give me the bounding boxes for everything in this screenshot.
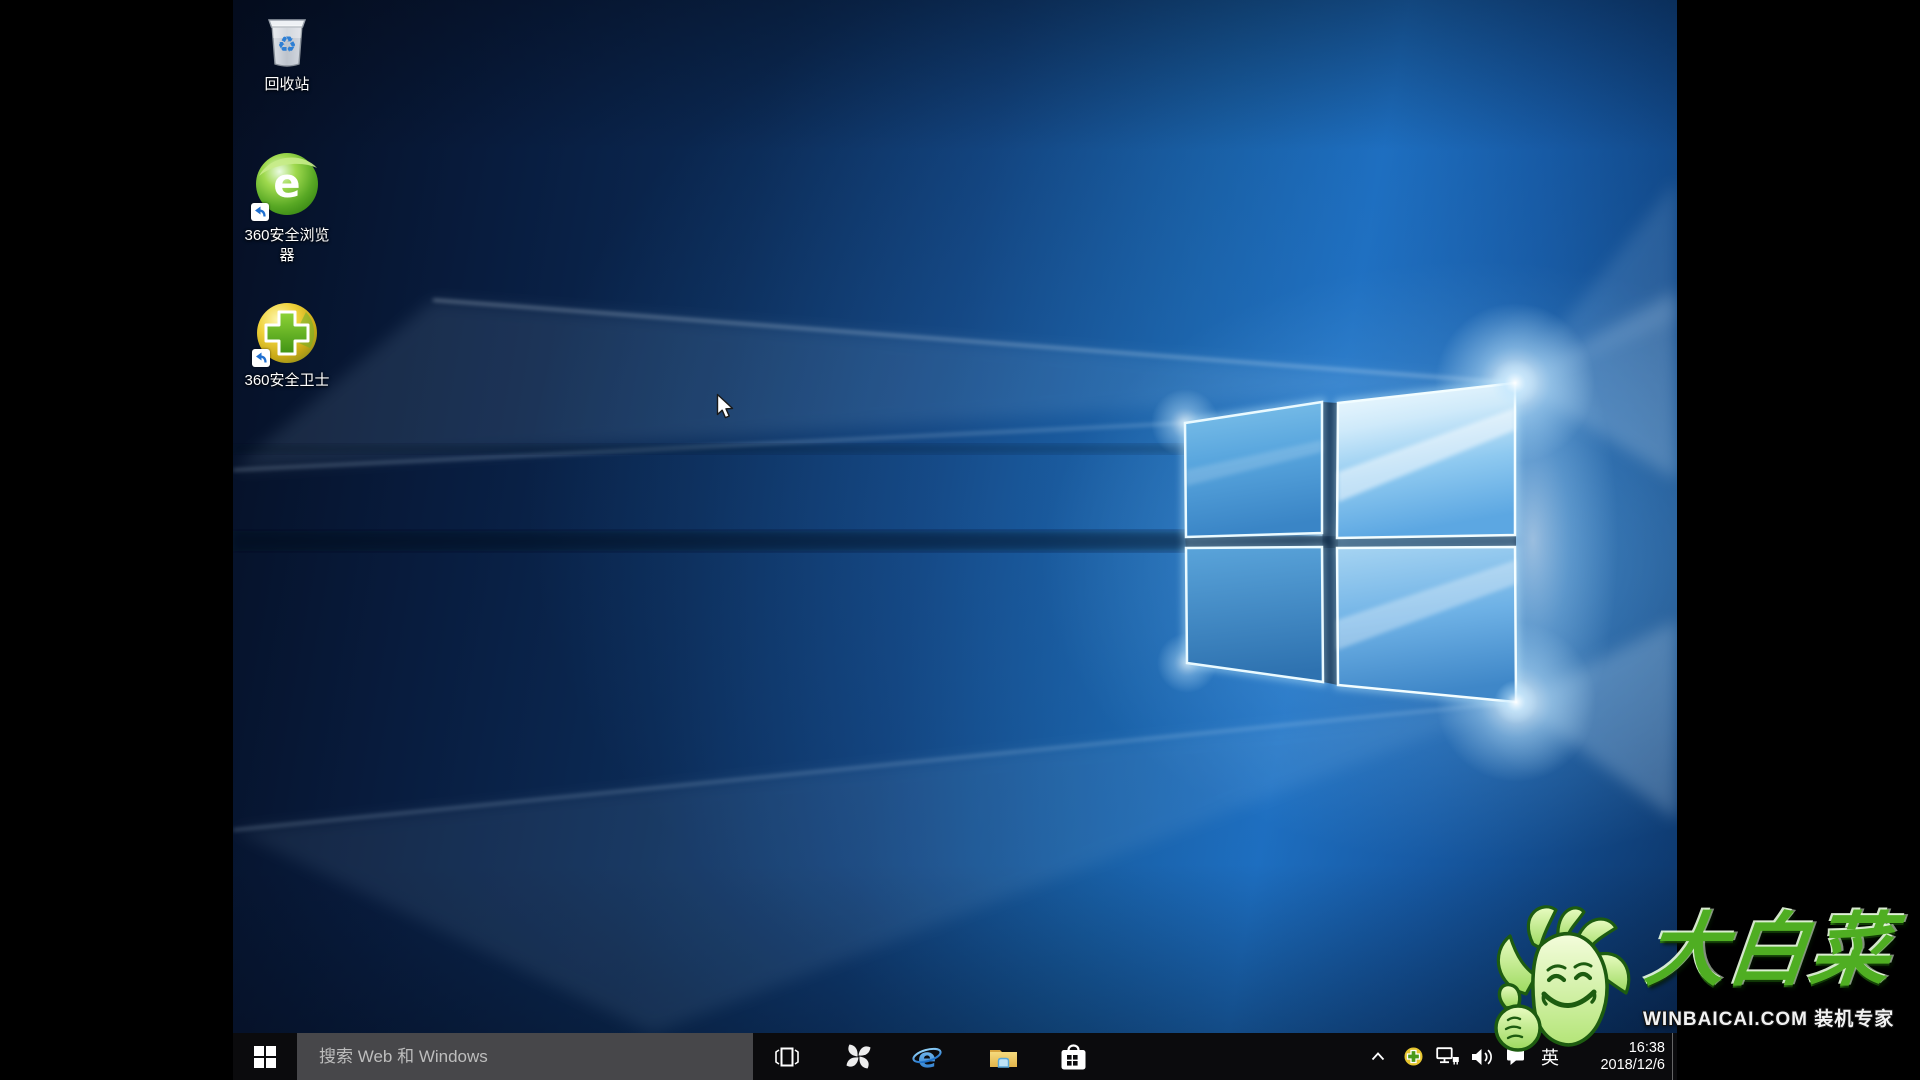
clock-time: 16:38	[1573, 1040, 1665, 1057]
windows-hero-wallpaper	[233, 0, 1677, 1033]
folder-icon	[989, 1045, 1018, 1069]
desktop-icon-360-guard[interactable]: 360安全卫士	[237, 300, 337, 391]
mouse-cursor	[716, 393, 735, 420]
tray-notification[interactable]	[1498, 1033, 1532, 1080]
desktop-icon-label: 360安全卫士	[237, 371, 337, 391]
recycle-bin-icon: ♻	[259, 12, 315, 72]
ie-e-icon: e	[912, 1042, 942, 1072]
ethernet-network-icon	[1436, 1047, 1460, 1066]
tray-network[interactable]	[1431, 1033, 1465, 1080]
svg-text:e: e	[273, 161, 300, 207]
desktop-icon-label: 360安全浏览	[237, 226, 337, 246]
file-explorer-button[interactable]	[973, 1033, 1033, 1080]
search-input[interactable]	[297, 1033, 753, 1080]
desktop-icon-recycle-bin[interactable]: ♻ 回收站	[237, 12, 337, 95]
tray-clock[interactable]: 16:38 2018/12/6	[1573, 1033, 1669, 1080]
show-desktop-divider[interactable]	[1672, 1033, 1673, 1080]
desktop-icon-label: 回收站	[237, 75, 337, 95]
taskbar: e	[233, 1033, 1677, 1080]
shortcut-arrow-badge	[251, 203, 269, 221]
shortcut-arrow-icon	[254, 351, 268, 365]
store-bag-icon	[1060, 1042, 1087, 1071]
tray-volume[interactable]	[1466, 1033, 1500, 1080]
task-view-button[interactable]	[757, 1033, 817, 1080]
start-button[interactable]	[233, 1033, 297, 1080]
screen: ♻ 回收站 e	[0, 0, 1920, 1080]
pinwheel-app-button[interactable]	[828, 1033, 888, 1080]
windows-store-button[interactable]	[1043, 1033, 1103, 1080]
brand-site-text: WINBAICAI.COM 装机专家	[1643, 1004, 1894, 1031]
taskbar-search[interactable]	[297, 1033, 753, 1080]
tray-ime-indicator[interactable]: 英	[1533, 1033, 1567, 1080]
desktop-icon-label-line2: 器	[237, 246, 337, 266]
brand-logo-text: 大白菜	[1642, 910, 1897, 992]
desktop-icon-360-browser[interactable]: e 360安全浏览 器	[237, 150, 337, 266]
ime-language-label: 英	[1541, 1044, 1559, 1070]
tray-360-guard[interactable]	[1396, 1033, 1430, 1080]
shortcut-arrow-badge	[252, 349, 270, 367]
shortcut-arrow-icon	[253, 205, 267, 219]
svg-text:e: e	[918, 1043, 936, 1072]
desktop-area[interactable]: ♻ 回收站 e	[233, 0, 1677, 1080]
tray-overflow-button[interactable]	[1361, 1033, 1395, 1080]
svg-text:♻: ♻	[277, 32, 297, 57]
pinwheel-icon	[845, 1043, 872, 1070]
internet-explorer-button[interactable]: e	[897, 1033, 957, 1080]
chevron-up-icon	[1371, 1052, 1385, 1061]
clock-date: 2018/12/6	[1573, 1057, 1665, 1074]
speaker-icon	[1472, 1048, 1494, 1066]
windows-logo-icon	[254, 1046, 276, 1068]
360-ball-icon	[1404, 1047, 1423, 1066]
message-bubble-icon	[1506, 1048, 1525, 1066]
task-view-icon	[773, 1046, 801, 1068]
